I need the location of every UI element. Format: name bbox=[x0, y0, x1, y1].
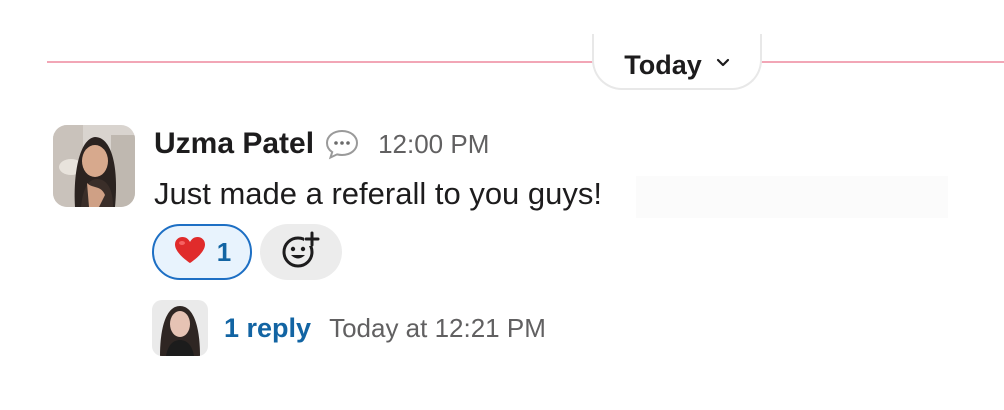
date-jump-button[interactable]: Today bbox=[592, 34, 762, 90]
add-reaction-button[interactable] bbox=[260, 224, 342, 280]
last-reply-time: Today at 12:21 PM bbox=[329, 312, 546, 343]
add-emoji-icon bbox=[280, 230, 322, 275]
avatar[interactable] bbox=[53, 125, 135, 207]
speech-bubble-icon bbox=[324, 128, 360, 160]
date-label: Today bbox=[624, 49, 702, 80]
message-timestamp[interactable]: 12:00 PM bbox=[378, 129, 489, 160]
thread-replies-link[interactable]: 1 reply bbox=[224, 313, 311, 344]
message-text: Just made a referall to you guys! bbox=[154, 176, 603, 211]
message-highlight bbox=[636, 176, 948, 218]
reaction-count: 1 bbox=[216, 236, 232, 267]
author-name[interactable]: Uzma Patel bbox=[154, 127, 314, 161]
heart-reaction-button[interactable]: 1 bbox=[152, 224, 252, 280]
heart-icon bbox=[173, 235, 207, 270]
date-divider-line bbox=[47, 61, 1004, 63]
reply-avatar[interactable] bbox=[152, 300, 208, 356]
chevron-down-icon bbox=[716, 55, 730, 73]
